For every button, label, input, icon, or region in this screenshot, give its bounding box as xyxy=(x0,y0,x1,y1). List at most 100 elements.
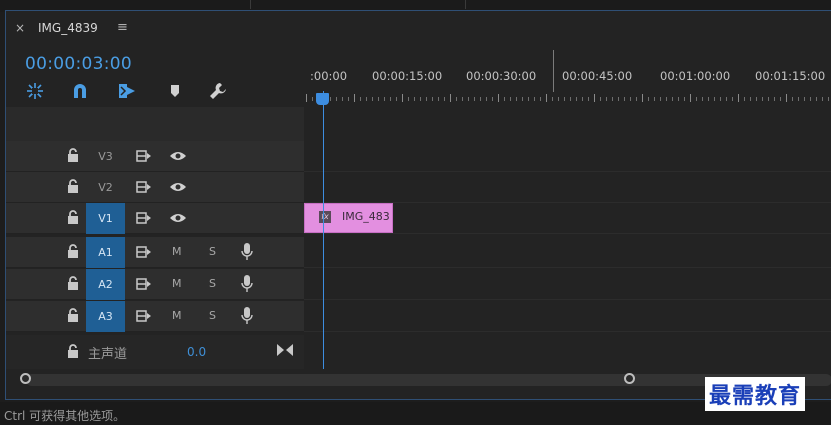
ruler-tick xyxy=(828,97,829,101)
eye-icon[interactable] xyxy=(169,150,187,162)
ruler-tick xyxy=(672,97,673,101)
zoom-handle-left[interactable] xyxy=(20,373,31,384)
track-target-toggle[interactable]: V2 xyxy=(86,172,125,203)
ruler-tick xyxy=(402,94,403,102)
track-target-toggle[interactable]: V1 xyxy=(86,203,125,234)
track-header-spacer xyxy=(6,107,304,141)
eye-icon[interactable] xyxy=(169,212,187,224)
ruler-tick xyxy=(450,94,451,102)
microphone-icon[interactable] xyxy=(241,275,253,293)
ruler-tick xyxy=(504,97,505,101)
playhead-line[interactable] xyxy=(323,91,324,371)
eye-icon[interactable] xyxy=(169,181,187,193)
ruler-tick xyxy=(804,97,805,101)
status-text: Ctrl 可获得其他选项。 xyxy=(4,409,126,423)
lock-icon[interactable] xyxy=(67,244,79,258)
sync-lock-icon[interactable] xyxy=(136,181,152,193)
audio-track-lane[interactable] xyxy=(304,269,831,300)
ruler-tick xyxy=(756,97,757,101)
ruler-tick xyxy=(330,97,331,101)
ruler-tick xyxy=(540,97,541,101)
ruler-tick xyxy=(510,97,511,101)
ruler-tick xyxy=(396,97,397,101)
jump-to-end-icon[interactable] xyxy=(277,344,293,356)
ruler-tick xyxy=(636,97,637,101)
ruler-time-label: 00:00:30:00 xyxy=(466,69,537,83)
lock-icon[interactable] xyxy=(67,344,79,358)
video-track-header[interactable]: V2 xyxy=(6,172,304,203)
ruler-tick xyxy=(798,97,799,101)
divider xyxy=(250,0,251,9)
close-icon[interactable]: × xyxy=(15,21,25,35)
video-track-header[interactable]: V1 xyxy=(6,203,304,234)
ruler-tick xyxy=(564,97,565,101)
sync-lock-icon[interactable] xyxy=(136,246,152,258)
ruler-tick xyxy=(642,94,643,102)
ruler-tick xyxy=(678,97,679,101)
audio-track-lane[interactable] xyxy=(304,301,831,332)
lock-icon[interactable] xyxy=(67,179,79,193)
ruler-tick xyxy=(534,97,535,101)
lock-icon[interactable] xyxy=(67,148,79,162)
ruler-tick xyxy=(594,94,595,102)
lock-icon[interactable] xyxy=(67,308,79,322)
track-target-toggle[interactable]: A1 xyxy=(86,237,125,268)
master-track-label: 主声道 xyxy=(88,347,128,362)
sync-lock-icon[interactable] xyxy=(136,212,152,224)
sync-lock-icon[interactable] xyxy=(136,150,152,162)
master-volume-value[interactable]: 0.0 xyxy=(187,345,206,359)
track-target-toggle[interactable]: V3 xyxy=(86,141,125,172)
microphone-icon[interactable] xyxy=(241,243,253,261)
ruler-tick xyxy=(432,97,433,101)
ruler-tick xyxy=(546,94,547,102)
ruler-tick xyxy=(570,97,571,101)
ruler-tick xyxy=(378,97,379,101)
add-marker-icon[interactable] xyxy=(164,81,186,101)
timeline-panel: × IMG_4839 ≡ 00:00:03:00 :00:00 00:00:15:… xyxy=(5,10,831,400)
ruler-tick xyxy=(618,97,619,101)
playhead-timecode[interactable]: 00:00:03:00 xyxy=(25,54,132,74)
nest-sequences-icon[interactable] xyxy=(24,81,46,101)
video-track-lane[interactable] xyxy=(304,172,831,203)
audio-track-header[interactable]: A3 M S xyxy=(6,301,304,332)
solo-button[interactable]: S xyxy=(209,309,216,322)
sync-lock-icon[interactable] xyxy=(136,278,152,290)
wrench-settings-icon[interactable] xyxy=(207,81,229,101)
sync-lock-icon[interactable] xyxy=(136,310,152,322)
video-clip[interactable]: fx IMG_483 xyxy=(304,203,393,233)
track-target-toggle[interactable]: A2 xyxy=(86,269,125,300)
audio-track-lane[interactable] xyxy=(304,237,831,268)
panel-menu-icon[interactable]: ≡ xyxy=(117,20,128,35)
snap-magnet-icon[interactable] xyxy=(69,81,91,101)
mute-button[interactable]: M xyxy=(172,245,182,258)
solo-button[interactable]: S xyxy=(209,277,216,290)
zoom-handle-right[interactable] xyxy=(624,373,635,384)
video-track-lane[interactable] xyxy=(304,141,831,172)
lock-icon[interactable] xyxy=(67,276,79,290)
ruler-tick xyxy=(612,97,613,101)
lock-icon[interactable] xyxy=(67,210,79,224)
ruler-tick xyxy=(708,97,709,101)
ruler-tick xyxy=(474,97,475,101)
linked-selection-icon[interactable] xyxy=(116,81,138,101)
solo-button[interactable]: S xyxy=(209,245,216,258)
mute-button[interactable]: M xyxy=(172,309,182,322)
ruler-tick xyxy=(630,97,631,101)
sequence-tab-title[interactable]: IMG_4839 xyxy=(38,21,98,35)
audio-track-header[interactable]: A1 M S xyxy=(6,237,304,268)
ruler-tick xyxy=(600,97,601,101)
ruler-tick xyxy=(582,97,583,101)
ruler-tick xyxy=(720,97,721,101)
ruler-ticks xyxy=(306,94,831,102)
ruler-time-label: 00:00:15:00 xyxy=(372,69,443,83)
ruler-tick xyxy=(354,94,355,102)
ruler-tick xyxy=(732,97,733,101)
ruler-tick xyxy=(390,97,391,101)
ruler-tick xyxy=(426,97,427,101)
audio-track-header[interactable]: A2 M S xyxy=(6,269,304,300)
video-track-header[interactable]: V3 xyxy=(6,141,304,172)
mute-button[interactable]: M xyxy=(172,277,182,290)
track-target-toggle[interactable]: A3 xyxy=(86,301,125,332)
microphone-icon[interactable] xyxy=(241,307,253,325)
ruler-tick xyxy=(456,97,457,101)
